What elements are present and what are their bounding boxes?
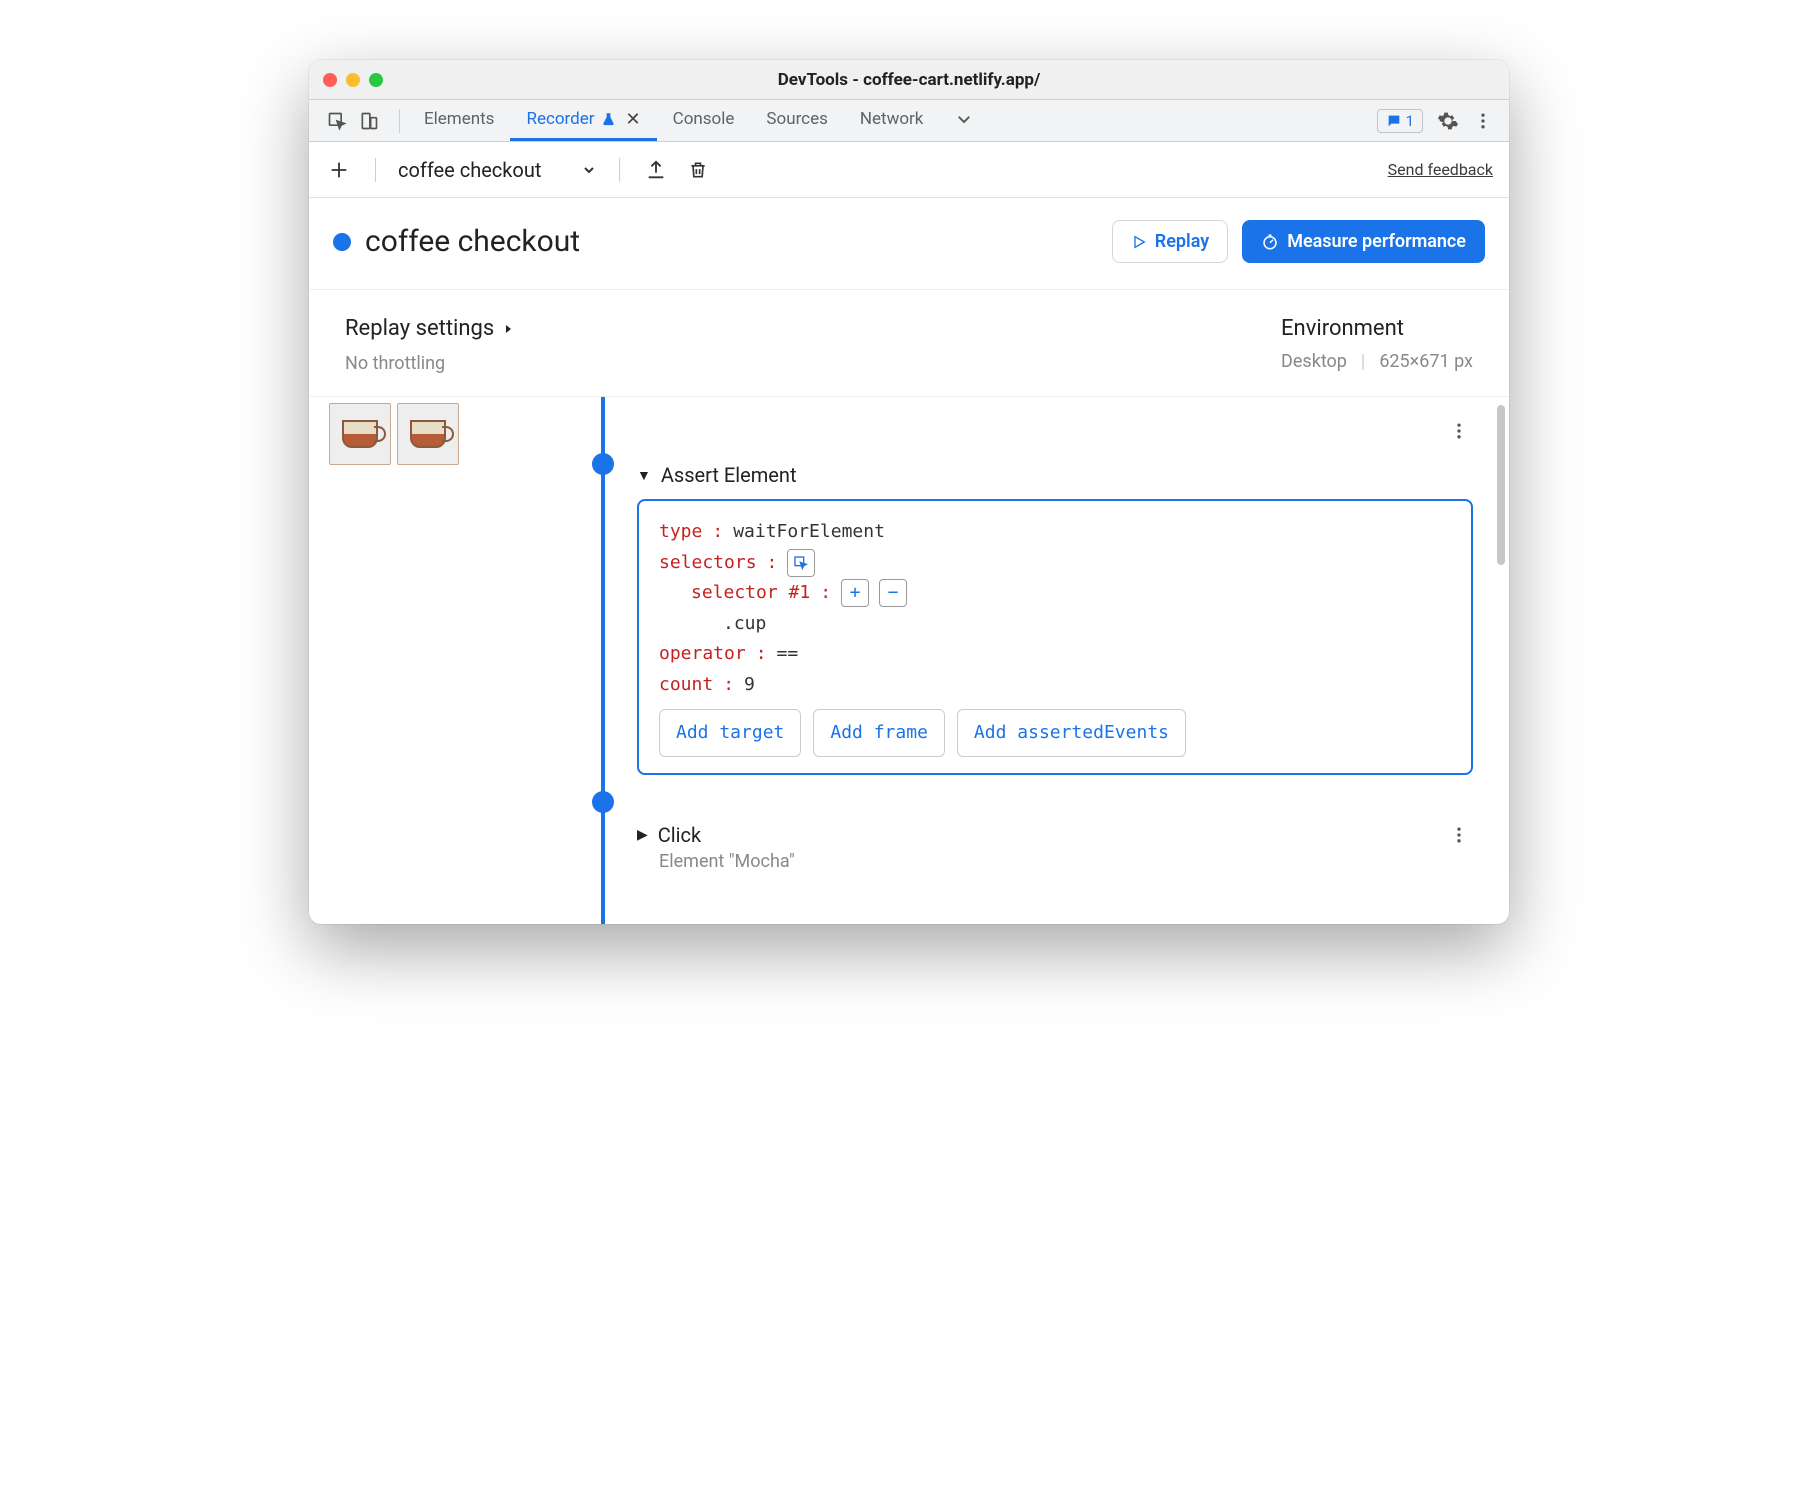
add-target-button[interactable]: Add target: [659, 709, 801, 758]
selector-label: selector #1: [691, 578, 810, 609]
measure-performance-button[interactable]: Measure performance: [1242, 220, 1485, 263]
recording-header: coffee checkout Replay Measure performan…: [309, 198, 1509, 290]
step-click-header[interactable]: ▶ Click Element "Mocha": [637, 811, 1473, 884]
field-value-operator[interactable]: ==: [777, 639, 799, 670]
timeline-node: [592, 791, 614, 813]
scrollbar[interactable]: [1497, 405, 1505, 565]
devtools-tabbar: Elements Recorder ✕ Console Sources Netw…: [309, 100, 1509, 142]
delete-icon[interactable]: [684, 156, 712, 184]
inspect-element-icon[interactable]: [323, 107, 351, 135]
tab-recorder[interactable]: Recorder ✕: [510, 100, 656, 141]
replay-settings-toggle[interactable]: Replay settings: [345, 316, 514, 341]
add-selector-button[interactable]: +: [841, 579, 869, 607]
step-title: Assert Element: [661, 463, 797, 487]
more-tabs-button[interactable]: [939, 100, 989, 141]
step-options-icon[interactable]: [1449, 825, 1469, 845]
replay-label: Replay: [1155, 231, 1209, 252]
settings-gear-icon[interactable]: [1437, 110, 1459, 132]
divider: |: [1361, 351, 1365, 372]
environment-device: Desktop: [1281, 351, 1347, 372]
chevron-right-icon: [502, 323, 514, 335]
messages-count: 1: [1406, 112, 1414, 130]
flask-icon: [601, 112, 616, 127]
replay-button[interactable]: Replay: [1112, 220, 1228, 263]
window-titlebar: DevTools - coffee-cart.netlify.app/: [309, 60, 1509, 100]
export-icon[interactable]: [642, 156, 670, 184]
step-thumbnails: [329, 403, 459, 465]
collapse-arrow-icon: ▼: [637, 467, 651, 484]
remove-selector-button[interactable]: −: [879, 579, 907, 607]
timeline: ▼ Assert Element type: waitForElement se…: [309, 397, 1509, 924]
tab-elements[interactable]: Elements: [408, 100, 510, 141]
settings-row: Replay settings No throttling Environmen…: [309, 290, 1509, 397]
field-key-count: count: [659, 670, 713, 701]
field-value-type[interactable]: waitForElement: [733, 517, 885, 548]
tab-network[interactable]: Network: [844, 100, 940, 141]
field-value-count[interactable]: 9: [744, 670, 755, 701]
divider: [619, 158, 620, 182]
messages-badge[interactable]: 1: [1377, 109, 1423, 133]
environment-label: Environment: [1281, 316, 1473, 341]
thumbnail[interactable]: [397, 403, 459, 465]
devtools-window: DevTools - coffee-cart.netlify.app/ Elem…: [309, 60, 1509, 924]
field-key-operator: operator: [659, 639, 746, 670]
timeline-node: [592, 453, 614, 475]
selector-value[interactable]: .cup: [723, 609, 766, 640]
more-options-icon[interactable]: [1473, 111, 1493, 131]
field-key-selectors: selectors: [659, 548, 757, 579]
device-toolbar-icon[interactable]: [355, 107, 383, 135]
tab-sources[interactable]: Sources: [750, 100, 843, 141]
thumbnail[interactable]: [329, 403, 391, 465]
recording-status-dot: [333, 233, 351, 251]
step-subtitle: Element "Mocha": [659, 851, 795, 872]
recording-title: coffee checkout: [365, 224, 580, 259]
send-feedback-link[interactable]: Send feedback: [1388, 160, 1493, 179]
recording-name: coffee checkout: [398, 158, 541, 182]
recorder-toolbar: coffee checkout Send feedback: [309, 142, 1509, 198]
step-title: Click: [658, 823, 701, 847]
timeline-line: [601, 397, 605, 924]
add-asserted-events-button[interactable]: Add assertedEvents: [957, 709, 1186, 758]
chevron-down-icon: [581, 162, 597, 178]
step-assert-element-header[interactable]: ▼ Assert Element: [637, 451, 1473, 499]
expand-arrow-icon: ▶: [637, 827, 648, 843]
measure-label: Measure performance: [1287, 231, 1466, 252]
new-recording-button[interactable]: [325, 156, 353, 184]
field-key-type: type: [659, 517, 702, 548]
tab-console[interactable]: Console: [657, 100, 751, 141]
divider: [375, 158, 376, 182]
step-assert-element-body: type: waitForElement selectors: selector…: [637, 499, 1473, 775]
pick-selector-icon[interactable]: [787, 549, 815, 577]
divider: [399, 109, 400, 133]
step-options-icon[interactable]: [1449, 421, 1469, 441]
window-title: DevTools - coffee-cart.netlify.app/: [309, 70, 1509, 90]
add-frame-button[interactable]: Add frame: [813, 709, 945, 758]
throttling-value: No throttling: [345, 353, 514, 374]
environment-dimensions: 625×671 px: [1379, 351, 1473, 372]
recording-selector[interactable]: coffee checkout: [398, 158, 597, 182]
close-tab-icon[interactable]: ✕: [626, 109, 641, 130]
